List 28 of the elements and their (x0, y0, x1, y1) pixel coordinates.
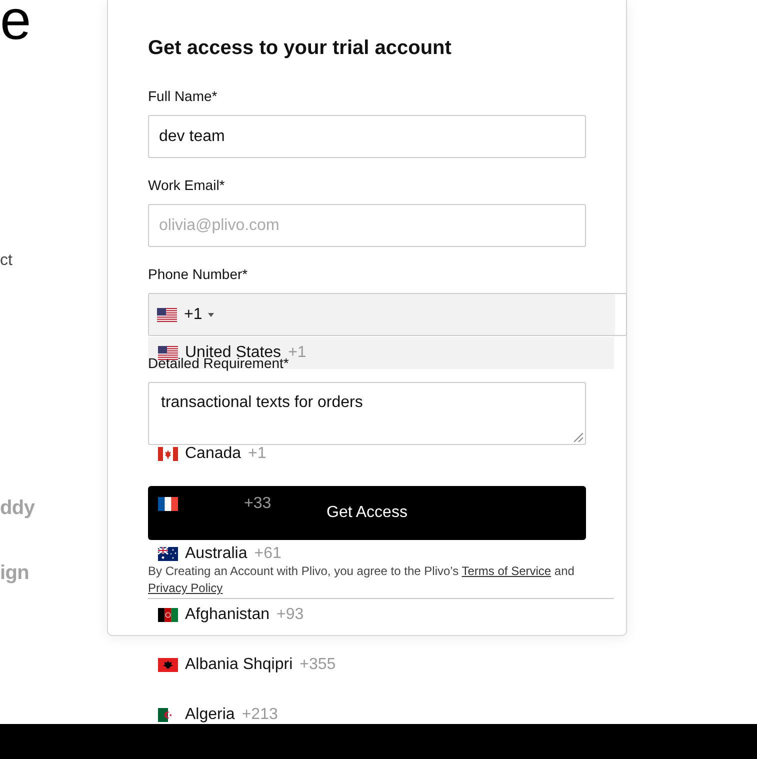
legal-link[interactable]: Privacy Policy (148, 581, 223, 595)
country-option[interactable]: Australia +61 (148, 545, 292, 563)
logo-text: ign (0, 561, 30, 585)
page-heading: e (0, 0, 32, 40)
field-label: Work Email* (148, 177, 225, 194)
body-text: ct (0, 251, 12, 271)
requirement-field[interactable]: transactional texts for orders (148, 382, 586, 445)
country-option[interactable]: Afghanistan +93 (148, 606, 314, 624)
afghanistan-flag-icon (158, 608, 178, 622)
usa-flag-icon (157, 308, 177, 322)
country-option[interactable]: Algeria +213 (148, 706, 288, 724)
field-label: Full Name* (148, 88, 218, 105)
australia-flag-icon (158, 547, 178, 561)
albania-flag-icon (158, 658, 178, 672)
canada-flag-icon (158, 447, 178, 461)
email-input[interactable]: olivia@plivo.com (148, 204, 586, 247)
logo-text: ddy (0, 496, 35, 520)
caret-down-icon (208, 312, 214, 316)
text-input[interactable]: dev team (148, 115, 586, 158)
resize-grip-icon (574, 433, 583, 442)
country-option[interactable]: Albania Shqipri +355 (148, 656, 346, 674)
legal-link[interactable]: Terms of Service (462, 564, 552, 578)
france-flag-icon (158, 497, 178, 511)
country-option[interactable]: Canada +1 (148, 445, 276, 463)
consent-text: By Creating an Account with Plivo, you agree to the Plivo’s Terms of Service and Privacy Policy (148, 563, 576, 597)
country-option[interactable]: +33 (148, 495, 282, 513)
form-title: Get access to your trial account (148, 36, 452, 60)
field-label: Phone Number* (148, 266, 248, 283)
